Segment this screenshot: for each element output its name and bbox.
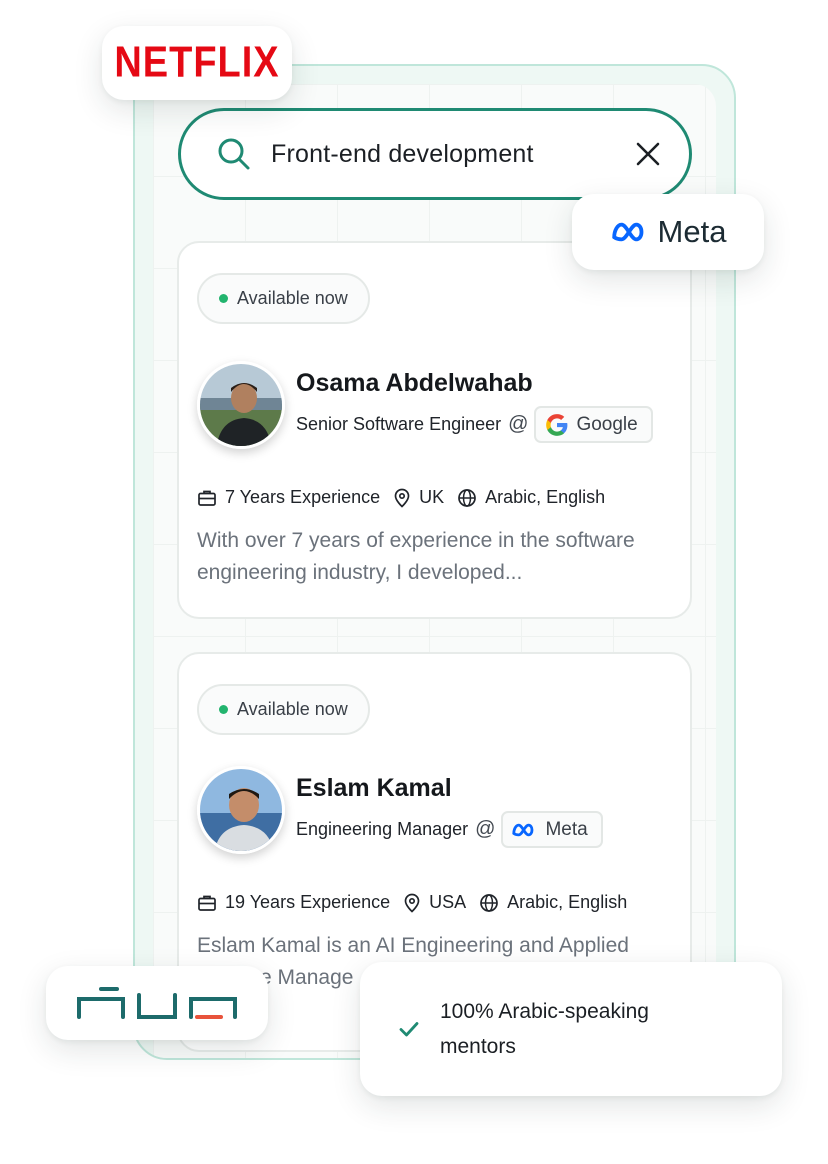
nala-logo-chip bbox=[46, 966, 268, 1040]
avatar-photo bbox=[200, 769, 282, 851]
status-label: Available now bbox=[237, 699, 348, 719]
briefcase-icon bbox=[198, 895, 216, 911]
check-icon bbox=[399, 1022, 419, 1037]
netflix-logo-chip: NETFLIX bbox=[102, 26, 292, 100]
location-pin-icon bbox=[404, 893, 420, 913]
status-badge: Available now bbox=[197, 273, 370, 324]
languages: Arabic, English bbox=[457, 487, 605, 508]
benefit-text: 100% Arabic-speaking mentors bbox=[440, 1000, 649, 1058]
mentor-details: 19 Years Experience USA Arabic, English bbox=[197, 892, 640, 913]
meta-logo-icon bbox=[611, 222, 643, 242]
benefit-callout: 100% Arabic-speaking mentors bbox=[360, 962, 782, 1096]
experience-label: 7 Years Experience bbox=[225, 487, 381, 507]
at-sign: @ bbox=[475, 818, 496, 840]
languages-label: Arabic, English bbox=[485, 487, 606, 507]
avatar-photo bbox=[200, 364, 282, 446]
mentor-role: Senior Software Engineer @ Google bbox=[296, 406, 653, 443]
location: UK bbox=[393, 487, 444, 508]
experience: 7 Years Experience bbox=[197, 487, 380, 508]
mentor-details: 7 Years Experience UK Arabic, English bbox=[197, 487, 618, 508]
company-name: Google bbox=[576, 413, 638, 435]
status-badge: Available now bbox=[197, 684, 370, 735]
search-bar[interactable]: Front-end development bbox=[178, 108, 692, 200]
avatar[interactable] bbox=[197, 766, 285, 854]
meta-wordmark: Meta bbox=[657, 214, 727, 249]
status-label: Available now bbox=[237, 288, 348, 308]
netflix-logo: NETFLIX bbox=[114, 38, 280, 87]
mentor-bio: With over 7 years of experience in the s… bbox=[197, 529, 635, 584]
google-logo-icon bbox=[546, 413, 568, 436]
experience-label: 19 Years Experience bbox=[225, 892, 391, 912]
mentor-card[interactable]: Available now Osama Abdelwahab Senior So… bbox=[177, 241, 692, 619]
mentor-name[interactable]: Eslam Kamal bbox=[296, 774, 452, 803]
nala-logo-icon bbox=[77, 987, 237, 1019]
role-title: Engineering Manager bbox=[296, 819, 469, 839]
mentor-role: Engineering Manager @ Meta bbox=[296, 811, 603, 848]
at-sign: @ bbox=[508, 413, 529, 435]
company-chip: Google bbox=[534, 406, 653, 443]
role-title: Senior Software Engineer bbox=[296, 414, 502, 434]
mentor-showcase: Front-end development Available now Osam… bbox=[0, 0, 828, 1164]
close-icon[interactable] bbox=[635, 141, 661, 167]
company-name: Meta bbox=[545, 818, 588, 840]
company-chip: Meta bbox=[501, 811, 603, 848]
location-label: USA bbox=[429, 892, 467, 912]
status-dot bbox=[219, 705, 228, 714]
search-icon bbox=[218, 138, 250, 170]
meta-logo-chip: Meta bbox=[572, 194, 764, 270]
globe-icon bbox=[458, 488, 476, 507]
location-label: UK bbox=[419, 487, 445, 507]
languages: Arabic, English bbox=[479, 892, 627, 913]
location: USA bbox=[403, 892, 466, 913]
briefcase-icon bbox=[198, 490, 216, 506]
experience: 19 Years Experience bbox=[197, 892, 390, 913]
search-input[interactable]: Front-end development bbox=[271, 140, 635, 169]
location-pin-icon bbox=[394, 488, 410, 508]
meta-logo-icon bbox=[512, 823, 534, 836]
languages-label: Arabic, English bbox=[507, 892, 628, 912]
mentor-name[interactable]: Osama Abdelwahab bbox=[296, 369, 533, 398]
status-dot bbox=[219, 294, 228, 303]
globe-icon bbox=[480, 893, 498, 912]
avatar[interactable] bbox=[197, 361, 285, 449]
